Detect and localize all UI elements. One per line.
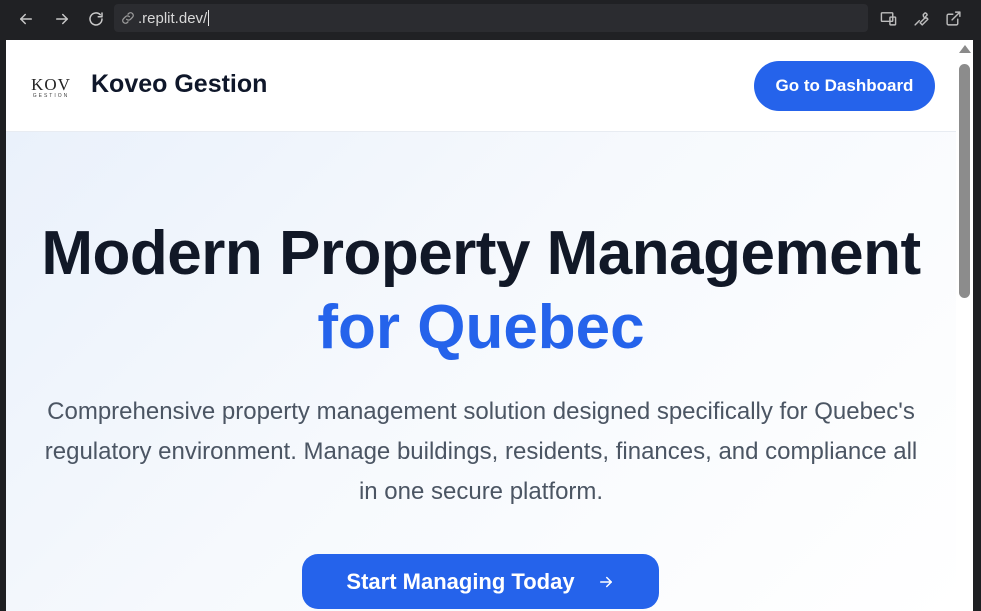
vertical-scrollbar[interactable] xyxy=(956,40,973,611)
page-viewport: KOV GESTION Koveo Gestion Go to Dashboar… xyxy=(6,40,956,611)
arrow-left-icon xyxy=(20,13,32,25)
start-managing-button[interactable]: Start Managing Today xyxy=(302,554,659,609)
scroll-thumb[interactable] xyxy=(959,64,970,298)
cta-label: Start Managing Today xyxy=(346,568,575,594)
hero-section: Modern Property Management for Quebec Co… xyxy=(6,132,956,611)
go-to-dashboard-button[interactable]: Go to Dashboard xyxy=(754,61,935,111)
arrow-right-icon xyxy=(597,573,615,591)
address-bar[interactable]: .replit.dev/ xyxy=(114,4,868,32)
hero-description: Comprehensive property management soluti… xyxy=(44,398,918,505)
device-preview-button[interactable] xyxy=(878,8,898,28)
logo-main-text: KOV xyxy=(31,75,71,94)
scroll-up-arrow-icon[interactable] xyxy=(959,45,971,53)
reload-button[interactable] xyxy=(84,7,108,31)
brand-name[interactable]: Koveo Gestion xyxy=(91,70,267,99)
hero-title-accent: for Quebec xyxy=(317,293,645,362)
open-new-tab-button[interactable] xyxy=(943,8,963,28)
reload-icon xyxy=(89,12,103,26)
hero-title: Modern Property Management xyxy=(41,219,921,288)
wrench-icon xyxy=(913,11,929,26)
window-edge xyxy=(973,40,981,611)
brand-logo[interactable]: KOV GESTION xyxy=(26,68,76,108)
site-header: KOV GESTION Koveo Gestion Go to Dashboar… xyxy=(6,40,956,132)
devices-icon xyxy=(880,11,896,26)
link-icon xyxy=(120,10,136,26)
url-text: .replit.dev/ xyxy=(138,9,208,27)
devtools-button[interactable] xyxy=(911,8,931,28)
arrow-right-icon xyxy=(56,13,68,25)
logo-sub-text: GESTION xyxy=(32,93,70,99)
forward-button[interactable] xyxy=(50,7,74,31)
browser-toolbar: .replit.dev/ xyxy=(0,0,981,40)
back-button[interactable] xyxy=(14,7,38,31)
external-link-icon xyxy=(945,10,961,26)
text-caret xyxy=(208,10,210,26)
